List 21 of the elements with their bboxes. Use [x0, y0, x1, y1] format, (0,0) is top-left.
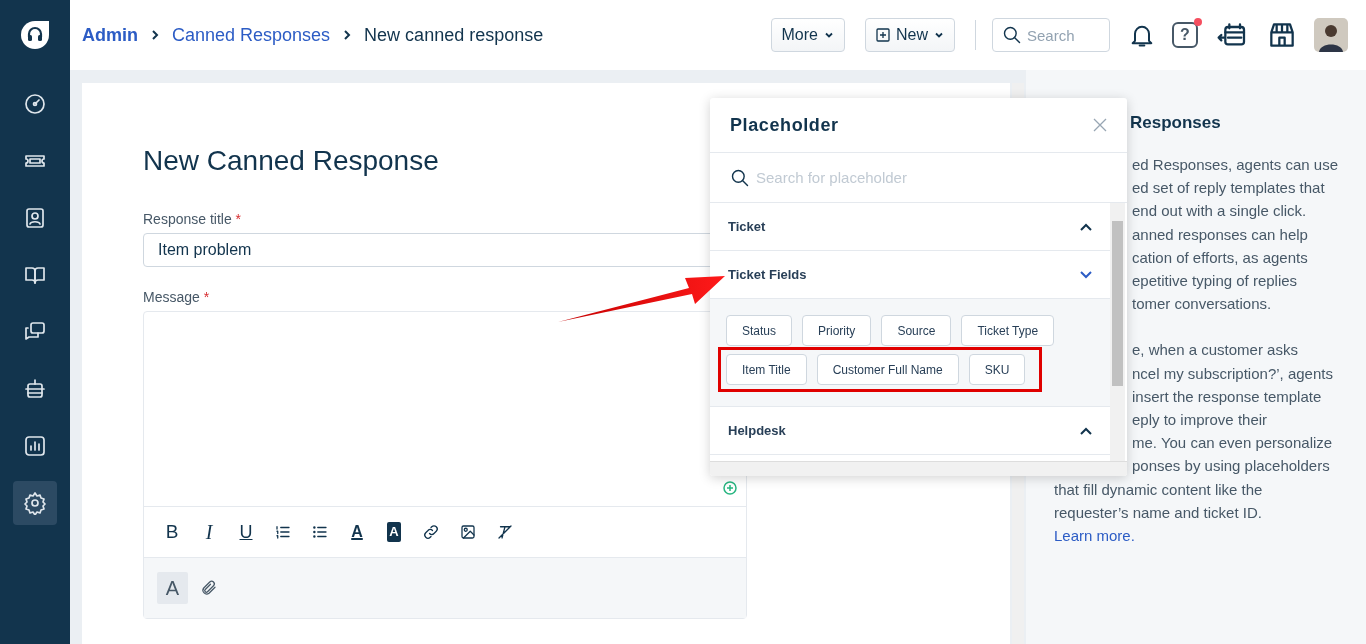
help-text: me. You can even personalize	[1132, 433, 1333, 454]
help-text: that fill dynamic content like the	[1054, 479, 1263, 500]
help-text: cation of efforts, as agents	[1132, 247, 1308, 268]
help-text: eply to improve their	[1132, 410, 1268, 431]
help-text: anned responses can help	[1132, 224, 1308, 245]
help-text: insert the response template	[1132, 386, 1322, 407]
help-text: tomer conversations.	[1132, 294, 1272, 315]
breadcrumb-current: New canned response	[364, 24, 544, 46]
field-label: Message *	[143, 289, 210, 305]
popup-title: Placeholder	[730, 114, 839, 136]
panel-title: Responses	[1130, 113, 1221, 133]
help-text: epetitive typing of replies	[1132, 271, 1298, 291]
help-text: ed Responses, agents can use	[1132, 155, 1338, 175]
help-text: e, when a customer asks	[1132, 340, 1298, 361]
field-label: Response title *	[143, 211, 242, 227]
page-title: New Canned Response	[143, 145, 440, 177]
help-text: requester’s name and ticket ID.	[1054, 502, 1262, 523]
help-text: ncel my subscription?’, agents	[1132, 363, 1333, 384]
help-text: end out with a single click.	[1132, 201, 1307, 222]
help-text: ponses by using placeholders	[1132, 456, 1330, 477]
help-text: ed set of reply templates that	[1132, 178, 1325, 199]
